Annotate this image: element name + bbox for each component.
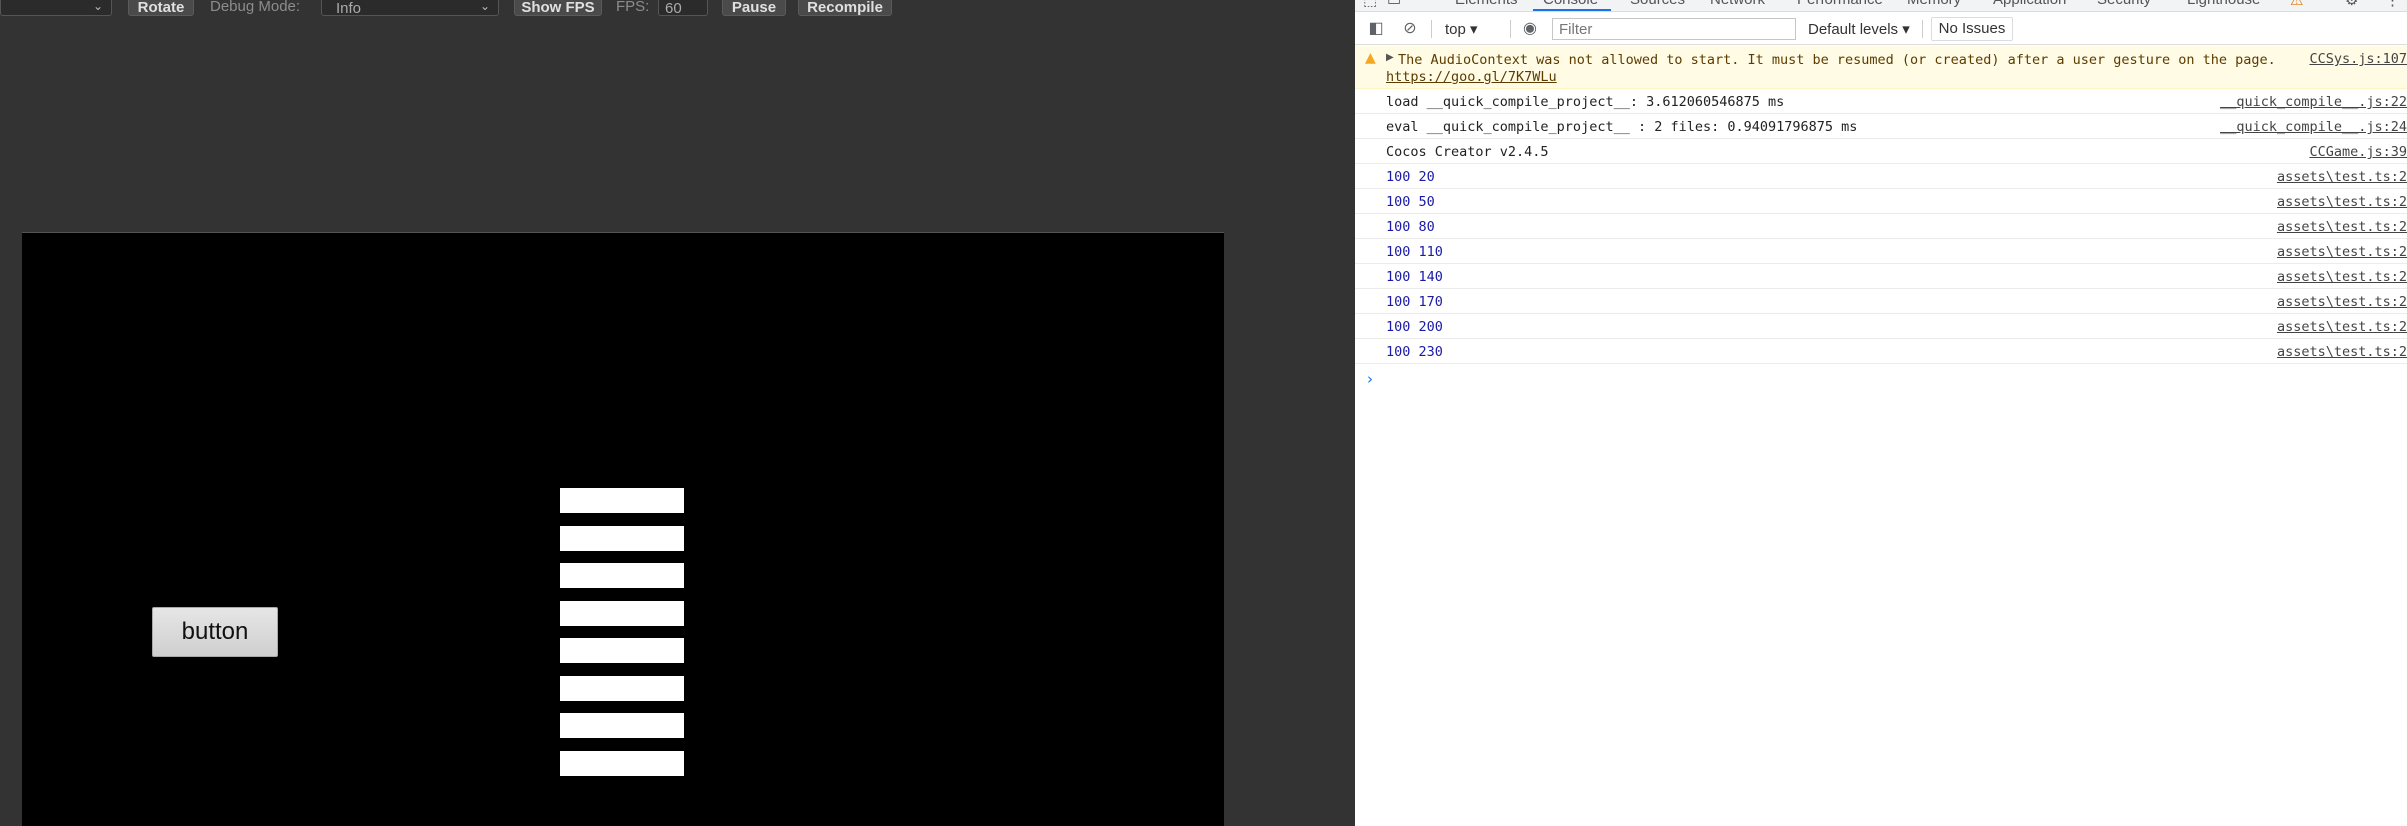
issues-button[interactable]: No Issues: [1931, 17, 2013, 41]
sprite-bar: [560, 750, 684, 776]
message-source-link[interactable]: assets\test.ts:2: [2277, 269, 2407, 285]
console-message: 100 230 assets\test.ts:2: [1355, 339, 2407, 364]
filter-input[interactable]: [1552, 18, 1796, 40]
log-levels-value: Default levels: [1808, 21, 1899, 38]
device-select[interactable]: ⌄: [0, 0, 112, 16]
toolbar-divider: [1431, 20, 1432, 38]
toolbar-divider: [1922, 20, 1923, 38]
message-text: Cocos Creator v2.4.5: [1386, 144, 1549, 160]
message-text: 100 80: [1386, 219, 1435, 235]
active-tab-indicator: [1533, 9, 1611, 11]
tab-elements[interactable]: Elements: [1455, 0, 1518, 8]
fps-label: FPS:: [616, 0, 650, 15]
sprite-bar: [560, 638, 684, 663]
chevron-down-icon: ⌄: [92, 0, 103, 13]
message-source-link[interactable]: assets\test.ts:2: [2277, 219, 2407, 235]
message-text: 100 200: [1386, 319, 1443, 335]
console-message: 100 50 assets\test.ts:2: [1355, 189, 2407, 214]
debug-mode-select[interactable]: Info ⌄: [321, 0, 499, 17]
warning-icon: ▲: [1365, 50, 1376, 66]
show-fps-button[interactable]: Show FPS: [514, 0, 602, 16]
message-source-link[interactable]: assets\test.ts:2: [2277, 344, 2407, 360]
sprite-bar: [560, 600, 684, 626]
device-toggle-icon[interactable]: ▭: [1387, 0, 1401, 9]
fps-input[interactable]: 60: [658, 0, 708, 17]
message-source-link[interactable]: assets\test.ts:2: [2277, 294, 2407, 310]
message-source-link[interactable]: assets\test.ts:2: [2277, 169, 2407, 185]
log-levels-select[interactable]: Default levels ▾: [1808, 20, 1910, 38]
recompile-button[interactable]: Recompile: [798, 0, 892, 16]
context-select[interactable]: top ▾: [1445, 20, 1478, 38]
console-message: eval __quick_compile_project__ : 2 files…: [1355, 114, 2407, 139]
message-text: 100 110: [1386, 244, 1443, 260]
clear-console-icon[interactable]: ⊘: [1400, 19, 1420, 39]
console-prompt-caret-icon[interactable]: ›: [1367, 370, 1373, 388]
message-text: 100 170: [1386, 294, 1443, 310]
console-message: 100 80 assets\test.ts:2: [1355, 214, 2407, 239]
message-list: load __quick_compile_project__: 3.612060…: [1355, 89, 2407, 364]
message-source-link[interactable]: assets\test.ts:2: [2277, 244, 2407, 260]
message-source-link[interactable]: __quick_compile__.js:24: [2220, 119, 2407, 135]
more-icon[interactable]: ⋮: [2385, 0, 2400, 9]
sprite-bar: [560, 525, 684, 551]
message-source-link[interactable]: assets\test.ts:2: [2277, 194, 2407, 210]
tab-console[interactable]: Console: [1543, 0, 1598, 8]
console-message: 100 110 assets\test.ts:2: [1355, 239, 2407, 264]
preview-toolbar: ⌄ Rotate Debug Mode: Info ⌄ Show FPS FPS…: [0, 0, 1354, 17]
sprite-bar: [560, 563, 684, 588]
message-text: eval __quick_compile_project__ : 2 files…: [1386, 119, 1858, 135]
console-warning: ▲ ▶ The AudioContext was not allowed to …: [1355, 46, 2407, 89]
toolbar-divider: [1510, 20, 1511, 38]
tab-memory[interactable]: Memory: [1907, 0, 1961, 8]
tab-application[interactable]: Application: [1993, 0, 2066, 8]
tab-sources[interactable]: Sources: [1630, 0, 1685, 8]
warning-badge-icon[interactable]: ⚠: [2290, 0, 2303, 9]
console-message: Cocos Creator v2.4.5 CCGame.js:39: [1355, 139, 2407, 164]
debug-mode-value: Info: [336, 0, 362, 17]
game-preview-pane: ⌄ Rotate Debug Mode: Info ⌄ Show FPS FPS…: [0, 0, 1354, 826]
tab-network[interactable]: Network: [1710, 0, 1765, 8]
message-text: 100 50: [1386, 194, 1435, 210]
chevron-down-icon: ⌄: [479, 0, 490, 13]
expand-arrow-icon[interactable]: ▶: [1386, 52, 1394, 63]
devtools-panel: ⬚ ▭ Elements Console Sources Network Per…: [1355, 0, 2407, 826]
console-message: 100 20 assets\test.ts:2: [1355, 164, 2407, 189]
context-value: top: [1445, 21, 1466, 38]
tab-security[interactable]: Security: [2097, 0, 2151, 8]
pause-button[interactable]: Pause: [722, 0, 786, 16]
console-message: 100 140 assets\test.ts:2: [1355, 264, 2407, 289]
sidebar-toggle-icon[interactable]: ◧: [1366, 19, 1386, 39]
tab-performance[interactable]: Performance: [1797, 0, 1883, 8]
inspect-icon[interactable]: ⬚: [1363, 0, 1377, 9]
gear-icon[interactable]: ⚙: [2345, 0, 2358, 9]
eye-icon[interactable]: ◉: [1520, 19, 1540, 39]
game-button[interactable]: button: [152, 607, 278, 657]
console-message: 100 200 assets\test.ts:2: [1355, 314, 2407, 339]
sprite-bar: [560, 675, 684, 701]
game-canvas[interactable]: button: [22, 232, 1224, 826]
message-source-link[interactable]: CCSys.js:107: [2309, 51, 2407, 67]
console-toolbar: ◧ ⊘ top ▾ ◉ Default levels ▾ No Issues: [1355, 13, 2407, 45]
console-message: 100 170 assets\test.ts:2: [1355, 289, 2407, 314]
message-source-link[interactable]: assets\test.ts:2: [2277, 319, 2407, 335]
sprite-bar: [560, 488, 684, 513]
debug-mode-label: Debug Mode:: [210, 0, 301, 15]
message-text: load __quick_compile_project__: 3.612060…: [1386, 94, 1785, 110]
warning-text: The AudioContext was not allowed to star…: [1398, 52, 2276, 68]
rotate-button[interactable]: Rotate: [128, 0, 194, 16]
message-source-link[interactable]: CCGame.js:39: [2309, 144, 2407, 160]
warning-link[interactable]: https://goo.gl/7K7WLu: [1386, 69, 1557, 85]
message-text: 100 140: [1386, 269, 1443, 285]
console-message: load __quick_compile_project__: 3.612060…: [1355, 89, 2407, 114]
message-text: 100 230: [1386, 344, 1443, 360]
console-messages: ▲ ▶ The AudioContext was not allowed to …: [1355, 46, 2407, 364]
message-text: 100 20: [1386, 169, 1435, 185]
sprite-bar: [560, 713, 684, 738]
tab-lighthouse[interactable]: Lighthouse: [2187, 0, 2260, 8]
message-source-link[interactable]: __quick_compile__.js:22: [2220, 94, 2407, 110]
devtools-tabstrip: ⬚ ▭ Elements Console Sources Network Per…: [1355, 0, 2407, 12]
